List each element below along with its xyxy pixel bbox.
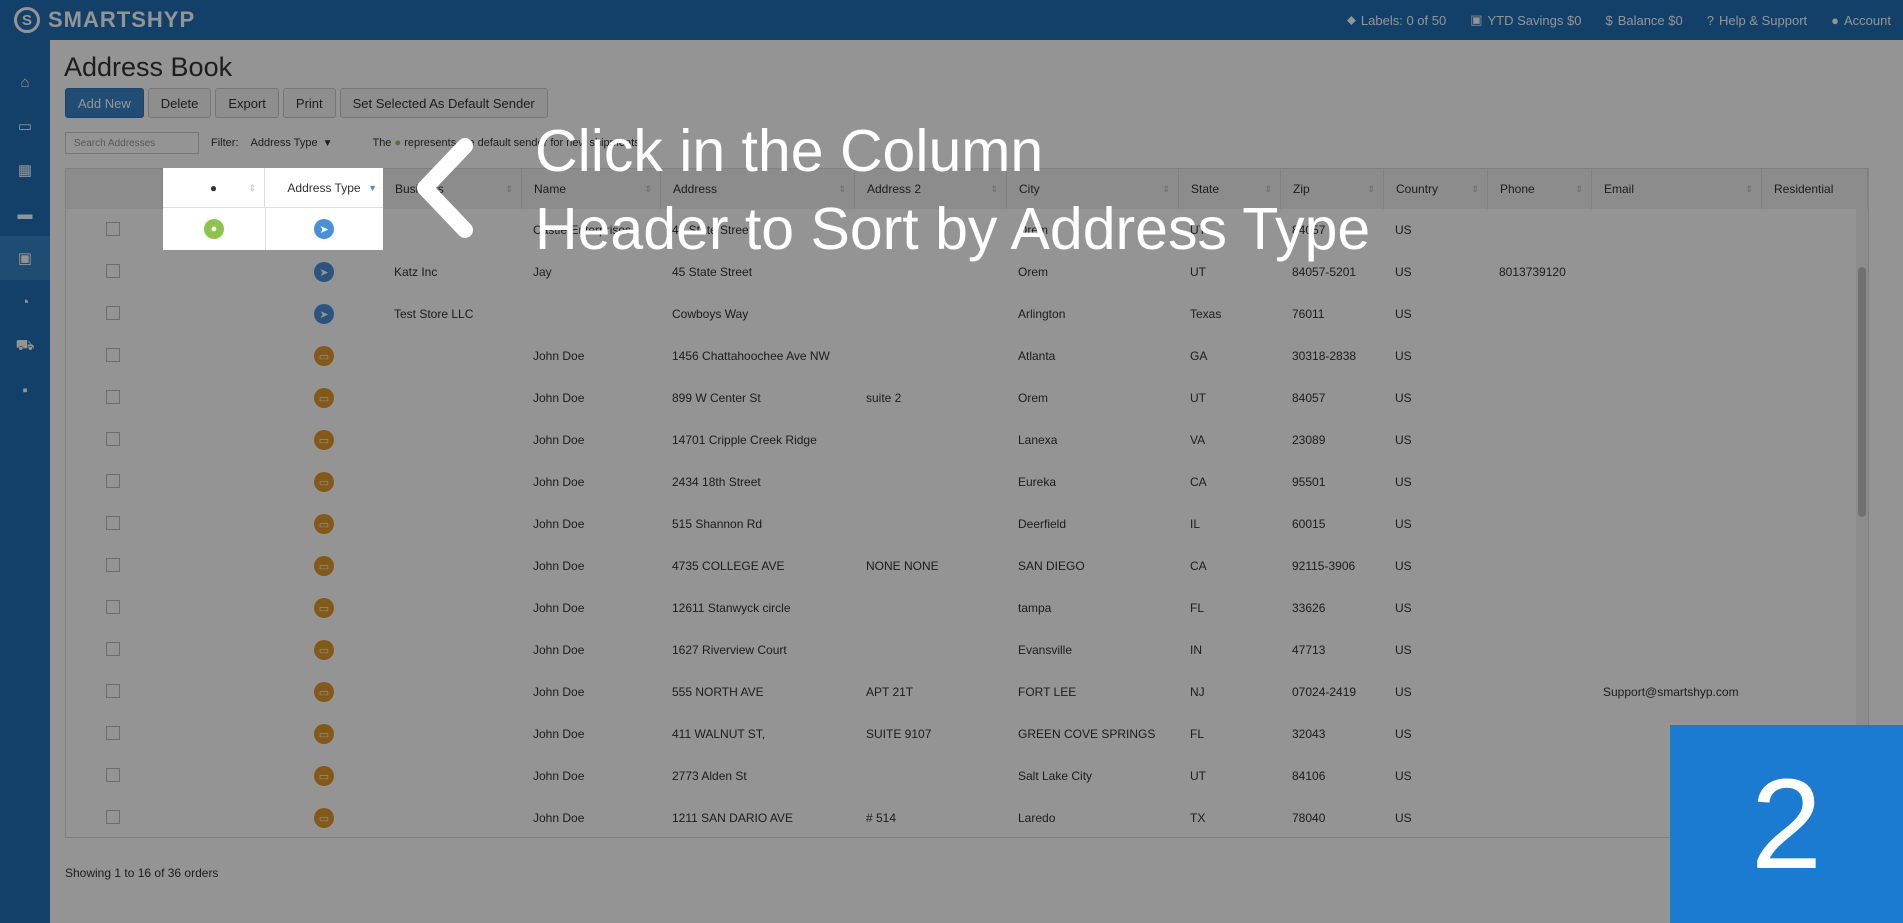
- highlight-cell-default: ●: [163, 208, 266, 250]
- tutorial-callout: Click in the Column Header to Sort by Ad…: [535, 118, 1371, 262]
- sort-icon: ⇕: [248, 183, 256, 193]
- step-number-badge: 2: [1670, 725, 1903, 923]
- chevron-left-icon: [417, 138, 473, 238]
- pin-icon: ●: [209, 181, 218, 195]
- highlight-cell-address-type: ➤: [265, 208, 383, 250]
- highlight-header-address-type[interactable]: Address Type ▼: [265, 168, 383, 208]
- sort-desc-icon: ▼: [368, 183, 377, 193]
- sender-plane-icon: ➤: [314, 219, 334, 239]
- default-sender-pin-icon: ●: [204, 219, 224, 239]
- highlighted-columns: ● ⇕ Address Type ▼ ● ➤: [163, 168, 383, 250]
- highlight-header-default[interactable]: ● ⇕: [163, 168, 265, 208]
